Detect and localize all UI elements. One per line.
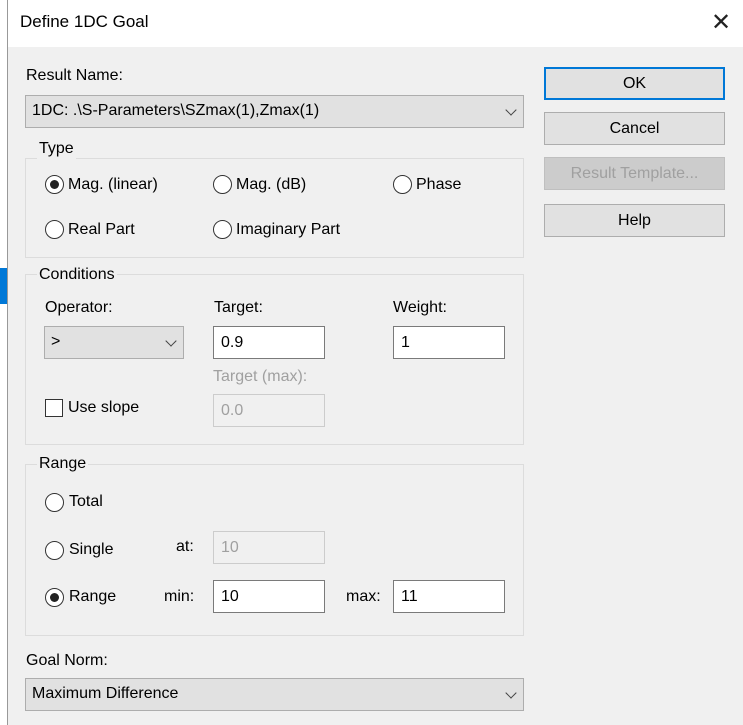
target-max-input: 0.0: [213, 394, 325, 427]
radio-label: Range: [69, 588, 117, 605]
result-template-button: Result Template...: [544, 157, 725, 190]
goal-norm-value: Maximum Difference: [32, 685, 179, 702]
conditions-legend: Conditions: [37, 265, 117, 285]
range-legend: Range: [37, 454, 89, 474]
at-label: at:: [176, 538, 194, 555]
chevron-down-icon: [505, 104, 517, 116]
target-max-label: Target (max):: [213, 368, 308, 385]
help-button[interactable]: Help: [544, 204, 725, 237]
result-name-value: 1DC: .\S-Parameters\SZmax(1),Zmax(1): [32, 102, 320, 119]
min-label: min:: [164, 588, 195, 605]
cancel-button[interactable]: Cancel: [544, 112, 725, 145]
max-label: max:: [346, 588, 381, 605]
radio-phase[interactable]: [393, 175, 412, 194]
at-input: 10: [213, 531, 325, 564]
target-label: Target:: [214, 299, 263, 316]
chevron-down-icon: [165, 335, 177, 347]
use-slope-checkbox[interactable]: [45, 399, 63, 417]
radio-total[interactable]: [45, 493, 64, 512]
radio-label: Total: [69, 493, 103, 510]
operator-dropdown[interactable]: >: [44, 326, 184, 359]
radio-real-part[interactable]: [45, 220, 64, 239]
radio-label: Real Part: [68, 221, 135, 238]
operator-value: >: [51, 333, 61, 350]
radio-mag-linear[interactable]: [45, 175, 64, 194]
radio-mag-db[interactable]: [213, 175, 232, 194]
result-name-dropdown[interactable]: 1DC: .\S-Parameters\SZmax(1),Zmax(1): [25, 95, 524, 128]
weight-label: Weight:: [393, 299, 447, 316]
radio-range[interactable]: [45, 588, 64, 607]
min-input[interactable]: 10: [213, 580, 325, 613]
radio-label: Mag. (linear): [68, 176, 158, 193]
ok-button[interactable]: OK: [544, 67, 725, 100]
radio-label: Single: [69, 541, 114, 558]
radio-single[interactable]: [45, 541, 64, 560]
chevron-down-icon: [505, 687, 517, 699]
type-group: [25, 158, 524, 258]
type-legend: Type: [37, 139, 76, 159]
max-input[interactable]: 11: [393, 580, 505, 613]
goal-norm-dropdown[interactable]: Maximum Difference: [25, 678, 524, 711]
target-input[interactable]: 0.9: [213, 326, 325, 359]
weight-input[interactable]: 1: [393, 326, 505, 359]
use-slope-label: Use slope: [68, 399, 140, 416]
dialog-title: Define 1DC Goal: [20, 12, 149, 31]
radio-label: Mag. (dB): [236, 176, 307, 193]
operator-label: Operator:: [45, 299, 113, 316]
radio-imaginary-part[interactable]: [213, 220, 232, 239]
background-window: [0, 0, 8, 725]
close-icon[interactable]: ✕: [708, 8, 734, 38]
radio-label: Imaginary Part: [236, 221, 341, 238]
radio-label: Phase: [416, 176, 462, 193]
result-name-label: Result Name:: [26, 67, 123, 84]
goal-norm-label: Goal Norm:: [26, 652, 108, 669]
background-selection: [0, 268, 7, 304]
